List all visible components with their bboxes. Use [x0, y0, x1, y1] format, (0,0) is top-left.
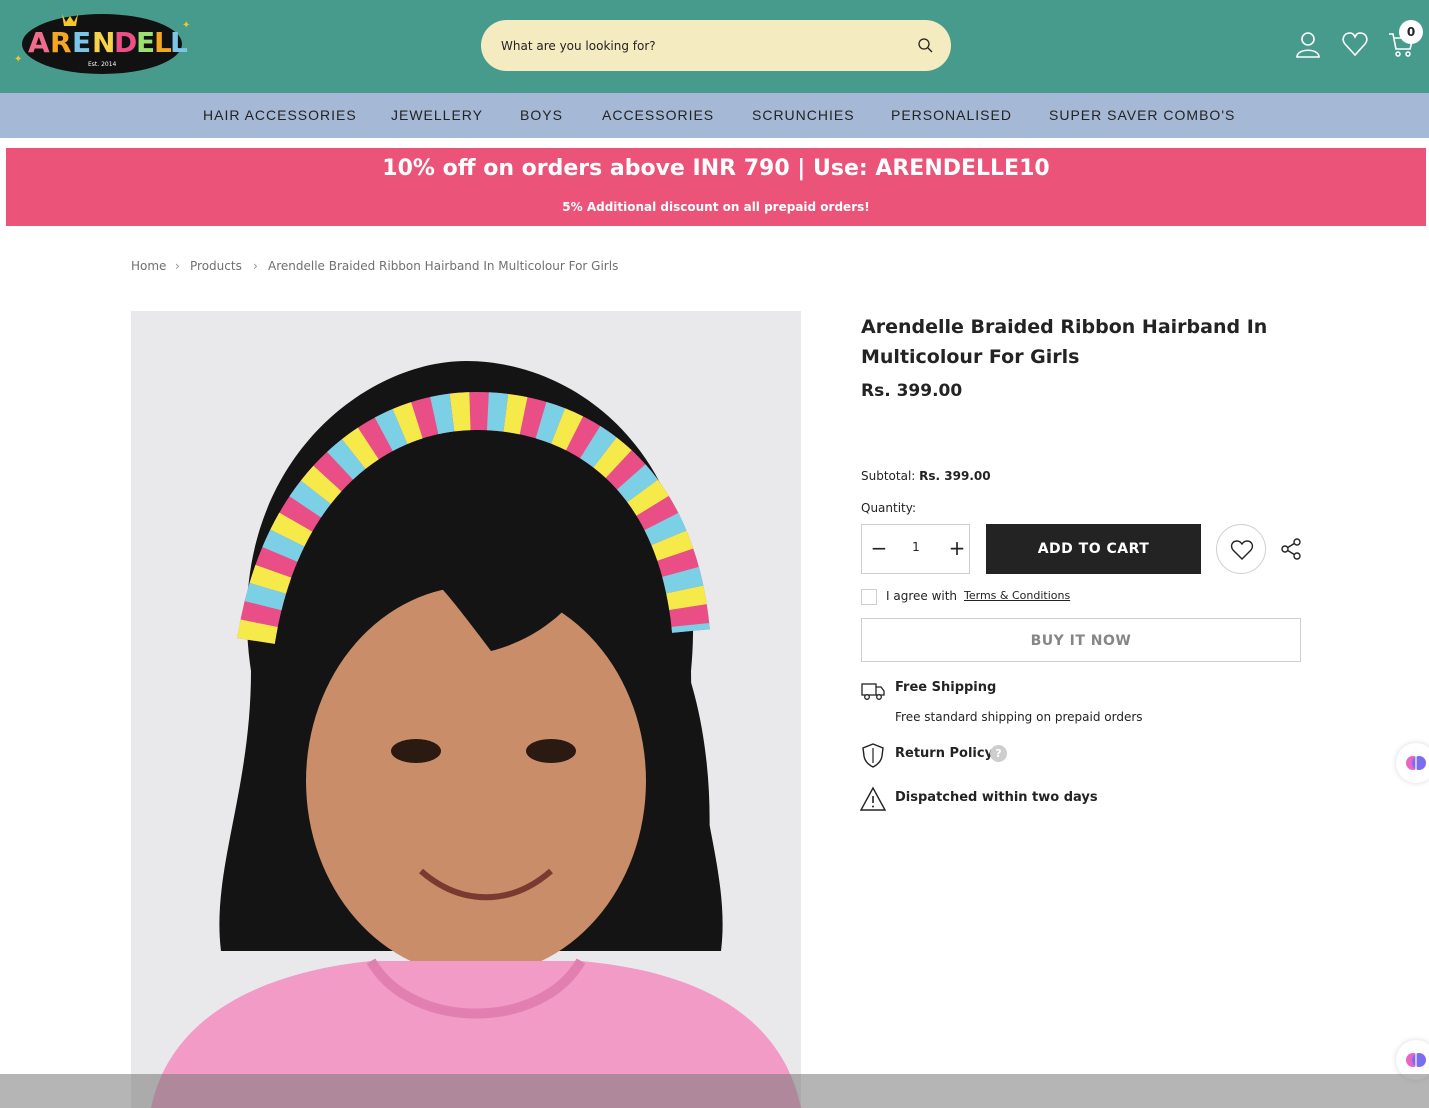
shield-icon	[862, 743, 884, 768]
search-input[interactable]	[501, 20, 901, 71]
svg-text:✦: ✦	[182, 20, 190, 31]
promo-banner: 10% off on orders above INR 790 | Use: A…	[6, 148, 1426, 226]
product-image[interactable]	[131, 311, 801, 1108]
subtotal-label: Subtotal:	[861, 469, 916, 483]
add-to-cart-button[interactable]: ADD TO CART	[986, 524, 1201, 574]
promo-subline: 5% Additional discount on all prepaid or…	[562, 200, 870, 214]
free-shipping-description: Free standard shipping on prepaid orders	[895, 710, 1143, 724]
buy-it-now-button[interactable]: BUY IT NOW	[861, 618, 1301, 662]
svg-text:E: E	[136, 26, 155, 59]
account-icon[interactable]	[1294, 30, 1322, 58]
quantity-label: Quantity:	[861, 501, 917, 515]
breadcrumb-home[interactable]: Home	[131, 259, 166, 273]
quantity-input[interactable]: 1	[902, 540, 930, 554]
search-icon[interactable]	[917, 37, 934, 54]
breadcrumb-products[interactable]: Products	[190, 259, 242, 273]
nav-item-hair-accessories[interactable]: HAIR ACCESSORIES	[203, 107, 357, 123]
svg-text:N: N	[92, 26, 115, 59]
truck-icon	[861, 683, 885, 700]
subtotal-value: Rs. 399.00	[919, 469, 991, 483]
brain-icon	[1406, 756, 1426, 770]
nav-item-super-saver-combos[interactable]: SUPER SAVER COMBO'S	[1049, 107, 1235, 123]
search-bar[interactable]	[481, 20, 951, 71]
site-header: A R E N D E L L Est. 2014 ✦ ✦ 0	[0, 0, 1429, 93]
return-policy-title[interactable]: Return Policy	[895, 746, 993, 761]
main-navigation: HAIR ACCESSORIES JEWELLERY BOYS ACCESSOR…	[0, 93, 1429, 138]
help-icon[interactable]: ?	[990, 745, 1007, 762]
chevron-right-icon: ›	[253, 259, 258, 273]
dispatch-info: Dispatched within two days	[895, 790, 1098, 805]
subtotal: Subtotal: Rs. 399.00	[861, 469, 991, 483]
add-to-wishlist-button[interactable]	[1216, 524, 1266, 574]
bottom-overlay-bar	[0, 1074, 1429, 1108]
terms-checkbox[interactable]	[861, 589, 877, 605]
svg-text:Est. 2014: Est. 2014	[88, 61, 117, 68]
quantity-stepper: − 1 +	[861, 524, 970, 574]
svg-text:✦: ✦	[14, 54, 22, 65]
free-shipping-title: Free Shipping	[895, 680, 997, 695]
cart-count-badge: 0	[1399, 20, 1423, 44]
svg-text:D: D	[114, 26, 137, 59]
svg-text:A: A	[28, 26, 50, 59]
nav-item-scrunchies[interactable]: SCRUNCHIES	[752, 107, 855, 123]
floating-widget-button[interactable]	[1396, 743, 1429, 783]
nav-item-accessories[interactable]: ACCESSORIES	[602, 107, 714, 123]
quantity-decrease-button[interactable]: −	[868, 537, 890, 561]
warning-icon	[860, 786, 886, 811]
nav-item-boys[interactable]: BOYS	[520, 107, 563, 123]
promo-headline: 10% off on orders above INR 790 | Use: A…	[382, 156, 1050, 181]
product-price: Rs. 399.00	[861, 381, 963, 401]
share-icon[interactable]	[1280, 538, 1302, 560]
terms-link[interactable]: Terms & Conditions	[964, 589, 1070, 602]
heart-icon	[1230, 540, 1254, 560]
product-title: Arendelle Braided Ribbon Hairband In Mul…	[861, 316, 1268, 368]
quantity-increase-button[interactable]: +	[946, 537, 968, 561]
agree-label: I agree with	[886, 589, 958, 603]
wishlist-icon[interactable]	[1341, 30, 1369, 58]
breadcrumb-current: Arendelle Braided Ribbon Hairband In Mul…	[268, 259, 619, 273]
nav-item-personalised[interactable]: PERSONALISED	[891, 107, 1012, 123]
brand-logo[interactable]: A R E N D E L L Est. 2014 ✦ ✦	[14, 6, 192, 78]
svg-text:E: E	[72, 26, 91, 59]
nav-item-jewellery[interactable]: JEWELLERY	[391, 107, 483, 123]
chevron-right-icon: ›	[175, 259, 180, 273]
svg-text:R: R	[50, 26, 72, 59]
